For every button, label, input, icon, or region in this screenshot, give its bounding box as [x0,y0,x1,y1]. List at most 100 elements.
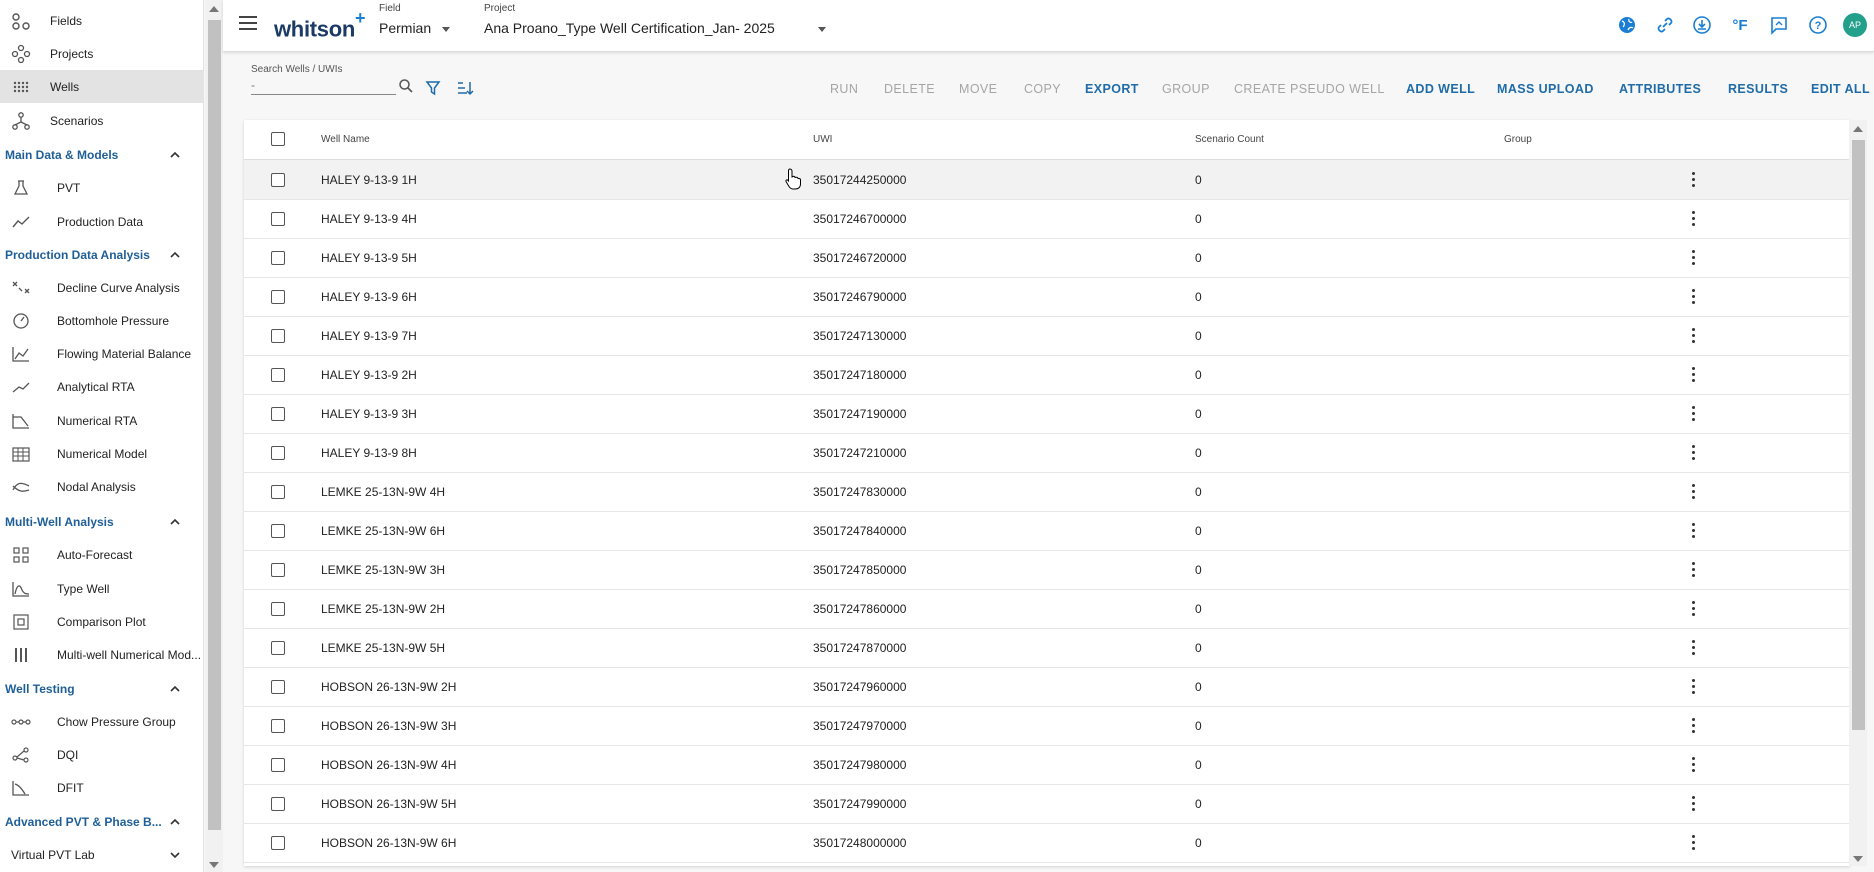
more-options-icon[interactable] [1692,757,1696,773]
sidebar-item-chow-pressure-group[interactable]: Chow Pressure Group [0,705,203,738]
column-header-group[interactable]: Group [1504,134,1532,145]
menu-icon[interactable] [239,16,257,32]
export-button[interactable]: EXPORT [1085,82,1139,96]
scroll-down-arrow-icon[interactable] [209,862,219,868]
add-well-button[interactable]: ADD WELL [1406,82,1475,96]
search-icon[interactable] [398,78,414,99]
copy-button[interactable]: COPY [1024,82,1061,96]
sidebar-item-type-well[interactable]: Type Well [0,572,203,605]
table-scrollbar[interactable] [1849,120,1867,866]
well-name-cell[interactable]: LEMKE 25-13N-9W 3H [321,563,445,577]
well-name-cell[interactable]: HOBSON 26-13N-9W 3H [321,719,456,733]
table-row[interactable]: HALEY 9-13-9 4H 35017246700000 0 [244,199,1850,239]
scrollbar-thumb[interactable] [208,20,221,830]
row-checkbox[interactable] [271,602,285,616]
row-checkbox[interactable] [271,173,285,187]
more-options-icon[interactable] [1692,835,1696,851]
table-row[interactable]: HOBSON 26-13N-9W 3H 35017247970000 0 [244,706,1850,746]
sidebar-item-flowing-material-balance[interactable]: Flowing Material Balance [0,337,203,370]
well-name-cell[interactable]: HOBSON 26-13N-9W 5H [321,797,456,811]
search-field[interactable]: Search Wells / UWIs [251,64,417,95]
row-checkbox[interactable] [271,563,285,577]
well-name-cell[interactable]: HOBSON 26-13N-9W 6H [321,836,456,850]
table-row[interactable]: LEMKE 25-13N-9W 4H 35017247830000 0 [244,472,1850,512]
table-row[interactable]: HALEY 9-13-9 5H 35017246720000 0 [244,238,1850,278]
project-selector[interactable]: Project Ana Proano_Type Well Certificati… [484,3,824,36]
more-options-icon[interactable] [1692,172,1696,188]
project-dropdown-caret-icon[interactable] [818,27,826,32]
well-name-cell[interactable]: HALEY 9-13-9 5H [321,251,417,265]
row-checkbox[interactable] [271,407,285,421]
well-name-cell[interactable]: HALEY 9-13-9 6H [321,290,417,304]
download-icon[interactable] [1691,14,1713,36]
table-row[interactable]: HALEY 9-13-9 8H 35017247210000 0 [244,433,1850,473]
link-icon[interactable] [1654,14,1676,36]
well-name-cell[interactable]: LEMKE 25-13N-9W 4H [321,485,445,499]
table-row[interactable]: HALEY 9-13-9 3H 35017247190000 0 [244,394,1850,434]
well-name-cell[interactable]: HALEY 9-13-9 8H [321,446,417,460]
scroll-up-arrow-icon[interactable] [1853,126,1863,132]
feedback-icon[interactable] [1768,14,1790,36]
well-name-cell[interactable]: HALEY 9-13-9 1H [321,173,417,187]
more-options-icon[interactable] [1692,523,1696,539]
row-checkbox[interactable] [271,680,285,694]
sidebar-scrollbar[interactable] [205,0,223,872]
mass-upload-button[interactable]: MASS UPLOAD [1497,82,1594,96]
section-multi-well-analysis[interactable]: Multi-Well Analysis [0,507,203,537]
sidebar-item-numerical-rta[interactable]: Numerical RTA [0,404,203,437]
row-checkbox[interactable] [271,836,285,850]
more-options-icon[interactable] [1692,679,1696,695]
well-name-cell[interactable]: HALEY 9-13-9 2H [321,368,417,382]
column-header-scenario-count[interactable]: Scenario Count [1195,134,1264,145]
row-checkbox[interactable] [271,251,285,265]
row-checkbox[interactable] [271,524,285,538]
sidebar-item-dfit[interactable]: DFIT [0,771,203,804]
scroll-down-arrow-icon[interactable] [1853,856,1863,862]
run-button[interactable]: RUN [830,82,858,96]
table-row[interactable]: HOBSON 26-13N-9W 4H 35017247980000 0 [244,745,1850,785]
row-checkbox[interactable] [271,212,285,226]
sidebar-item-projects[interactable]: Projects [0,37,203,70]
sidebar-item-dqi[interactable]: DQI [0,738,203,771]
well-name-cell[interactable]: HOBSON 26-13N-9W 2H [321,680,456,694]
attributes-button[interactable]: ATTRIBUTES [1619,82,1701,96]
sidebar-item-decline-curve-analysis[interactable]: Decline Curve Analysis [0,271,203,304]
sidebar-item-auto-forecast[interactable]: Auto-Forecast [0,538,203,571]
more-options-icon[interactable] [1692,796,1696,812]
sidebar-item-production-data[interactable]: Production Data [0,205,203,238]
more-options-icon[interactable] [1692,211,1696,227]
table-row[interactable]: HOBSON 26-13N-9W 6H 35017248000000 0 [244,823,1850,863]
more-options-icon[interactable] [1692,367,1696,383]
more-options-icon[interactable] [1692,601,1696,617]
table-row[interactable]: LEMKE 25-13N-9W 5H 35017247870000 0 [244,628,1850,668]
avatar[interactable]: AP [1843,13,1867,37]
section-well-testing[interactable]: Well Testing [0,674,203,704]
column-header-well-name[interactable]: Well Name [321,134,370,145]
group-button[interactable]: GROUP [1162,82,1210,96]
column-header-uwi[interactable]: UWI [813,134,832,145]
row-checkbox[interactable] [271,797,285,811]
more-options-icon[interactable] [1692,718,1696,734]
table-row[interactable]: LEMKE 25-13N-9W 2H 35017247860000 0 [244,589,1850,629]
well-name-cell[interactable]: LEMKE 25-13N-9W 2H [321,602,445,616]
filter-icon[interactable] [425,80,441,101]
well-name-cell[interactable]: HOBSON 26-13N-9W 4H [321,758,456,772]
field-dropdown-caret-icon[interactable] [442,27,450,32]
more-options-icon[interactable] [1692,328,1696,344]
sidebar-item-scenarios[interactable]: Scenarios [0,104,203,137]
well-name-cell[interactable]: HALEY 9-13-9 7H [321,329,417,343]
more-options-icon[interactable] [1692,250,1696,266]
results-button[interactable]: RESULTS [1728,82,1788,96]
well-name-cell[interactable]: HALEY 9-13-9 4H [321,212,417,226]
table-row[interactable]: HALEY 9-13-9 2H 35017247180000 0 [244,355,1850,395]
table-row[interactable]: HALEY 9-13-9 7H 35017247130000 0 [244,316,1850,356]
sidebar-item-nodal-analysis[interactable]: Nodal Analysis [0,470,203,503]
row-checkbox[interactable] [271,290,285,304]
sidebar-item-numerical-model[interactable]: Numerical Model [0,437,203,470]
more-options-icon[interactable] [1692,406,1696,422]
sidebar-item-comparison-plot[interactable]: Comparison Plot [0,605,203,638]
scroll-up-arrow-icon[interactable] [209,6,219,12]
row-checkbox[interactable] [271,329,285,343]
sidebar-group-virtual-pvt-lab[interactable]: Virtual PVT Lab [0,840,203,870]
well-name-cell[interactable]: HALEY 9-13-9 3H [321,407,417,421]
